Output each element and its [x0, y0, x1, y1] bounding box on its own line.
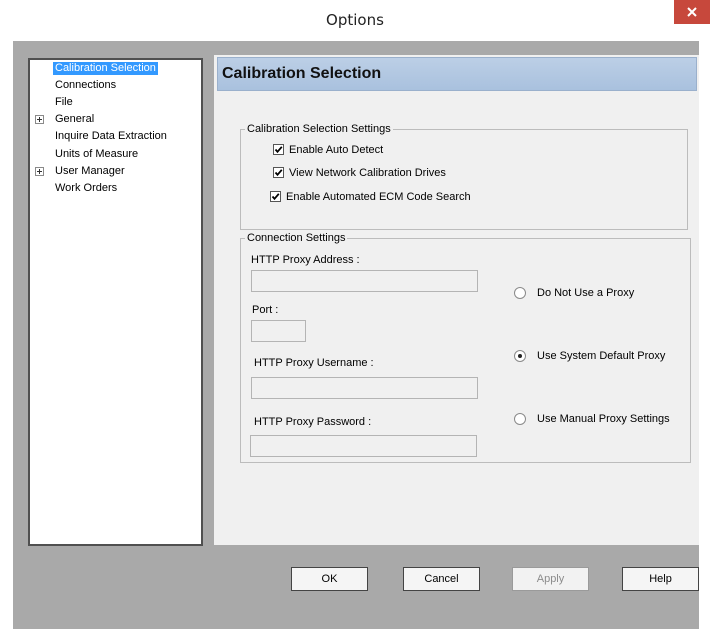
- no-proxy-radio[interactable]: [514, 287, 526, 299]
- tree-item-units-of-measure[interactable]: Units of Measure: [30, 148, 201, 161]
- tree-item-work-orders[interactable]: Work Orders: [30, 182, 201, 195]
- tree-item-label: Inquire Data Extraction: [55, 130, 167, 142]
- port-label: Port :: [252, 304, 279, 316]
- view-network-drives-checkbox-row[interactable]: View Network Calibration Drives: [273, 166, 473, 180]
- expand-plus-icon[interactable]: [35, 167, 44, 176]
- expand-plus-icon[interactable]: [35, 115, 44, 124]
- options-dialog: Options Calibration Selection Connection…: [0, 0, 710, 629]
- port-input[interactable]: [251, 320, 306, 342]
- tree-item-label: Connections: [55, 79, 117, 91]
- panel-header: Calibration Selection: [217, 57, 697, 91]
- system-default-proxy-radio-row[interactable]: Use System Default Proxy: [514, 349, 694, 363]
- tree-item-file[interactable]: File: [30, 96, 201, 109]
- proxy-address-input[interactable]: [251, 270, 478, 292]
- no-proxy-radio-row[interactable]: Do Not Use a Proxy: [514, 286, 674, 300]
- tree-item-label: Units of Measure: [55, 148, 139, 160]
- tree-item-user-manager[interactable]: User Manager: [30, 165, 201, 178]
- proxy-username-input[interactable]: [251, 377, 478, 399]
- tree-item-calibration-selection[interactable]: Calibration Selection: [30, 62, 201, 75]
- tree-item-label: Calibration Selection: [53, 62, 158, 75]
- tree-item-general[interactable]: General: [30, 113, 201, 126]
- checkmark-icon: [271, 193, 280, 201]
- proxy-password-label: HTTP Proxy Password :: [254, 416, 372, 428]
- tree-item-label: General: [55, 113, 95, 125]
- manual-proxy-radio[interactable]: [514, 413, 526, 425]
- proxy-address-label: HTTP Proxy Address :: [251, 254, 360, 266]
- view-network-drives-checkbox[interactable]: [273, 167, 284, 178]
- apply-button[interactable]: Apply: [512, 567, 589, 591]
- tree-item-connections[interactable]: Connections: [30, 79, 201, 92]
- radio-label: Do Not Use a Proxy: [537, 287, 635, 299]
- checkmark-icon: [274, 146, 283, 154]
- group-title: Calibration Selection Settings: [245, 122, 393, 136]
- radio-label: Use System Default Proxy: [537, 350, 666, 362]
- tree-item-label: Work Orders: [55, 182, 118, 194]
- close-icon: [687, 7, 697, 17]
- close-button[interactable]: [674, 0, 710, 24]
- automated-ecm-search-checkbox[interactable]: [270, 191, 281, 202]
- system-default-proxy-radio[interactable]: [514, 350, 526, 362]
- enable-auto-detect-checkbox-row[interactable]: Enable Auto Detect: [273, 143, 473, 157]
- tree-item-label: File: [55, 96, 73, 108]
- manual-proxy-radio-row[interactable]: Use Manual Proxy Settings: [514, 412, 694, 426]
- proxy-password-input[interactable]: [250, 435, 477, 457]
- tree-item-label: User Manager: [55, 165, 125, 177]
- checkbox-label: View Network Calibration Drives: [289, 167, 446, 179]
- panel-title: Calibration Selection: [222, 65, 382, 82]
- checkmark-icon: [274, 169, 283, 177]
- checkbox-label: Enable Automated ECM Code Search: [286, 191, 471, 203]
- ok-button[interactable]: OK: [291, 567, 368, 591]
- help-button[interactable]: Help: [622, 567, 699, 591]
- proxy-username-label: HTTP Proxy Username :: [254, 357, 374, 369]
- window-title: Options: [326, 11, 384, 29]
- cancel-button[interactable]: Cancel: [403, 567, 480, 591]
- title-bar[interactable]: Options: [0, 0, 710, 40]
- group-title: Connection Settings: [245, 231, 348, 245]
- options-tree[interactable]: Calibration Selection Connections File G…: [28, 58, 203, 546]
- tree-item-inquire-data-extraction[interactable]: Inquire Data Extraction: [30, 130, 201, 143]
- enable-auto-detect-checkbox[interactable]: [273, 144, 284, 155]
- radio-label: Use Manual Proxy Settings: [537, 413, 670, 425]
- checkbox-label: Enable Auto Detect: [289, 144, 384, 156]
- automated-ecm-search-checkbox-row[interactable]: Enable Automated ECM Code Search: [270, 190, 490, 204]
